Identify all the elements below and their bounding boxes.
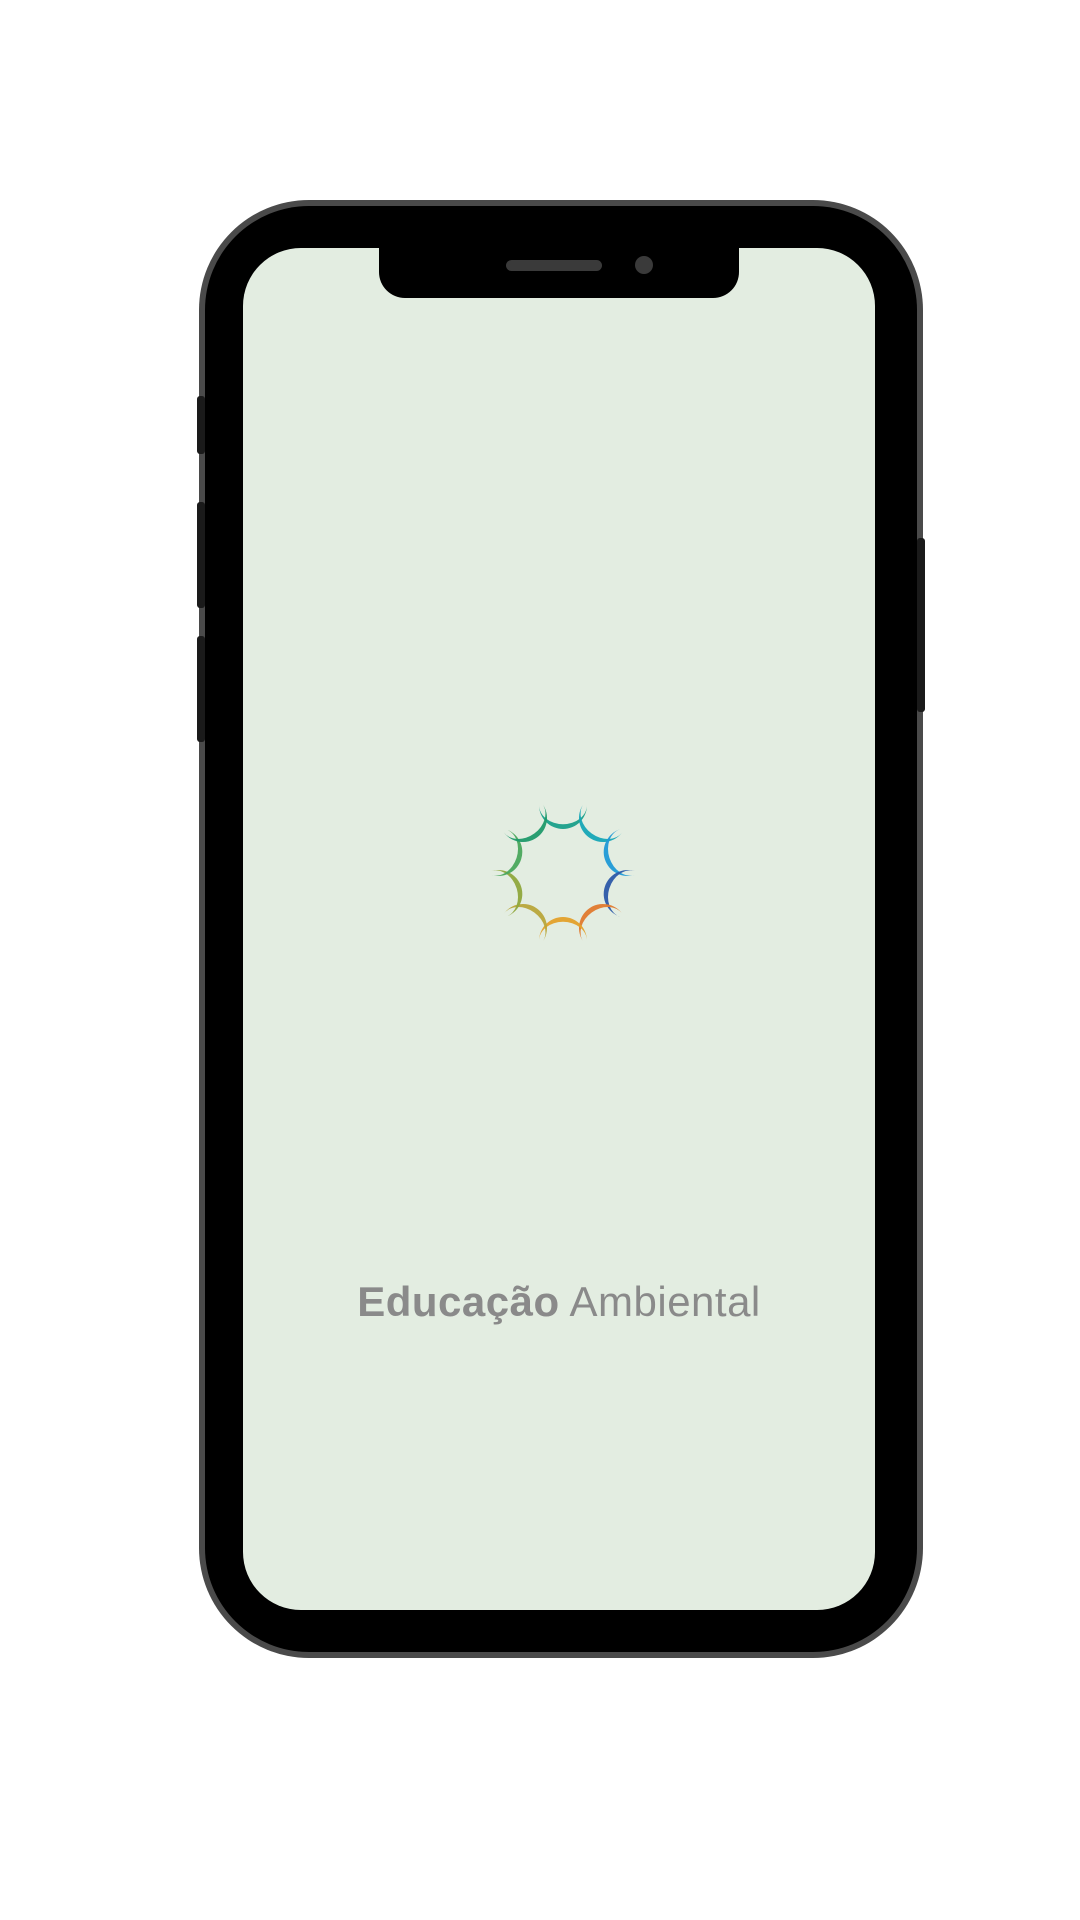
brand-title-light: Ambiental (569, 1278, 761, 1325)
volume-up-button (197, 502, 205, 608)
mute-switch (197, 396, 205, 454)
speaker-grille (506, 260, 602, 271)
phone-frame: Educação Ambiental (197, 206, 925, 1652)
app-screen: Educação Ambiental (243, 248, 875, 1610)
mockup-stage: Educação Ambiental (0, 0, 1080, 1920)
logo-petal (579, 904, 623, 943)
volume-down-button (197, 636, 205, 742)
front-camera (635, 256, 653, 274)
logo-petal (503, 904, 547, 943)
app-brand-title: Educação Ambiental (243, 1278, 875, 1326)
phone-notch (379, 248, 739, 298)
power-button (917, 538, 925, 712)
brand-title-bold: Educação (357, 1278, 560, 1325)
logo-petal (579, 803, 623, 842)
circular-leaf-logo-icon (490, 803, 636, 943)
logo-petal (503, 803, 547, 842)
